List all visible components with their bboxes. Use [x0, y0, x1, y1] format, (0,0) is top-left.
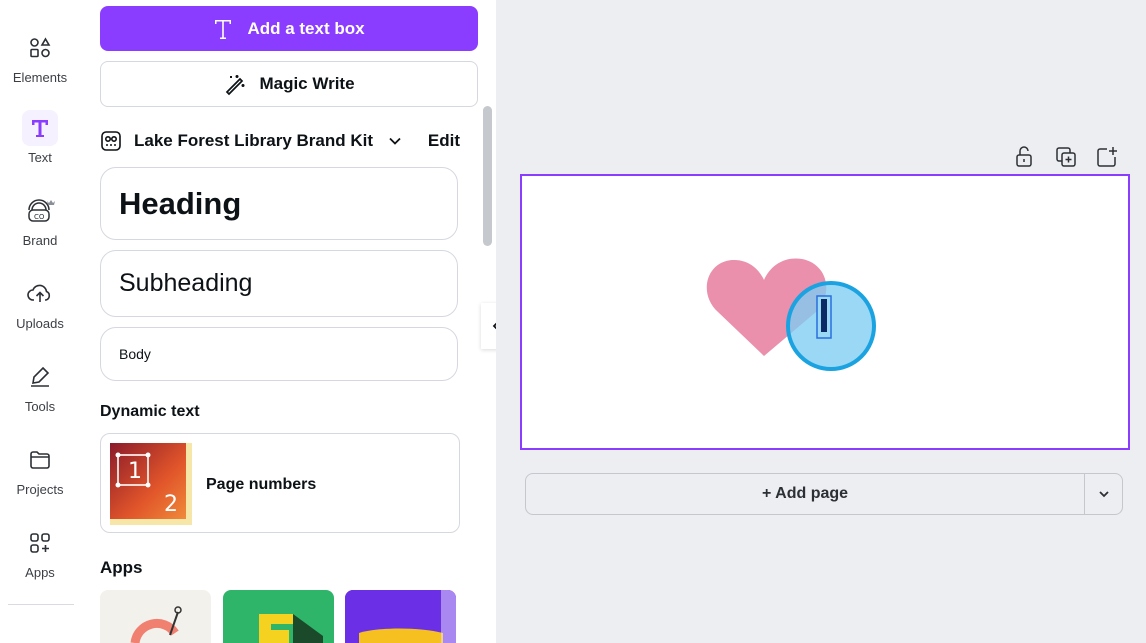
rail-item-elements[interactable]: Elements: [0, 30, 80, 85]
rail-label-brand: Brand: [22, 233, 58, 248]
elements-icon: [22, 30, 58, 66]
svg-text:CO: CO: [34, 213, 45, 221]
add-page-icon[interactable]: [1094, 144, 1120, 170]
rail-divider: [8, 604, 74, 605]
rail-label-uploads: Uploads: [16, 316, 64, 331]
left-rail: Elements Text CO Brand Uploads Tools Pro…: [0, 0, 80, 643]
magic-write-label: Magic Write: [259, 74, 355, 93]
rail-item-tools[interactable]: Tools: [0, 359, 80, 414]
page-numbers-thumbnail: 1 2: [110, 443, 192, 525]
add-page-button[interactable]: + Add page: [525, 473, 1085, 515]
page-number-1: 1: [128, 459, 142, 484]
app-tile-3[interactable]: [345, 590, 456, 643]
brand-kit-name: Lake Forest Library Brand Kit: [134, 131, 374, 150]
body-label: Body: [119, 346, 151, 362]
rail-label-tools: Tools: [24, 399, 56, 414]
rail-label-apps: Apps: [25, 565, 55, 580]
add-text-box-label: Add a text box: [247, 18, 365, 38]
rail-label-projects: Projects: [16, 482, 64, 497]
subheading-label: Subheading: [119, 269, 253, 297]
text-icon: [22, 110, 58, 146]
app-tile-2[interactable]: [223, 590, 334, 643]
brand-kit-icon: [101, 131, 121, 151]
duplicate-page-icon[interactable]: [1053, 144, 1079, 170]
subheading-style-card[interactable]: Subheading: [100, 250, 458, 317]
app-tile-1[interactable]: [100, 590, 211, 643]
brand-icon: CO: [22, 193, 58, 229]
app-logo-1: [130, 606, 182, 643]
add-page-dropdown[interactable]: [1084, 473, 1123, 515]
page-numbers-label: Page numbers: [206, 476, 317, 493]
rail-label-elements: Elements: [12, 70, 68, 85]
add-page-label: + Add page: [761, 485, 849, 502]
chevron-down-icon[interactable]: [387, 133, 403, 149]
tools-icon: [22, 359, 58, 395]
add-text-box-button[interactable]: Add a text box: [100, 6, 478, 51]
apps-icon: [22, 525, 58, 561]
magic-wand-icon: [226, 75, 245, 96]
rail-item-brand[interactable]: CO Brand: [0, 193, 80, 248]
lock-icon[interactable]: [1011, 144, 1037, 170]
text-t-icon: [215, 19, 232, 39]
brand-kit-edit-link[interactable]: Edit: [428, 131, 460, 151]
app-logo-3: [345, 590, 456, 643]
panel-scrollbar[interactable]: [483, 106, 492, 246]
page-numbers-card[interactable]: 1 2 Page numbers: [100, 433, 460, 533]
design-content: [706, 258, 876, 371]
apps-title: Apps: [100, 558, 143, 577]
rail-label-text: Text: [28, 150, 52, 165]
upload-cloud-icon: [22, 276, 58, 312]
brand-kit-selector[interactable]: Lake Forest Library Brand Kit Edit: [100, 126, 460, 156]
folder-icon: [22, 442, 58, 478]
heading-style-card[interactable]: Heading: [100, 167, 458, 240]
page-number-2: 2: [164, 492, 178, 517]
magic-write-button[interactable]: Magic Write: [100, 61, 478, 107]
rail-item-uploads[interactable]: Uploads: [0, 276, 80, 331]
rail-item-projects[interactable]: Projects: [0, 442, 80, 497]
design-page[interactable]: [520, 174, 1130, 450]
rail-item-apps[interactable]: Apps: [0, 525, 80, 580]
body-style-card[interactable]: Body: [100, 327, 458, 381]
app-logo-2: [259, 614, 323, 643]
dynamic-text-title: Dynamic text: [100, 403, 200, 420]
heading-label: Heading: [119, 185, 242, 221]
chevron-down-icon: [1098, 491, 1109, 498]
rail-item-text[interactable]: Text: [0, 110, 80, 165]
